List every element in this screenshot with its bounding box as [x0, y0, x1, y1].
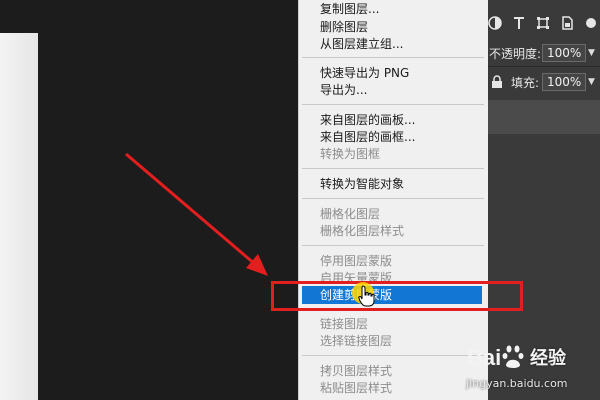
watermark-brand: 经验 [530, 348, 566, 369]
svg-text:Bai: Bai [467, 345, 501, 370]
watermark-url: jingyan.baidu.com [466, 377, 568, 390]
annotation-highlight-box [271, 281, 523, 311]
hand-cursor-icon [358, 285, 376, 311]
baidu-logo: Bai [467, 342, 529, 376]
annotation-arrow [125, 152, 268, 276]
